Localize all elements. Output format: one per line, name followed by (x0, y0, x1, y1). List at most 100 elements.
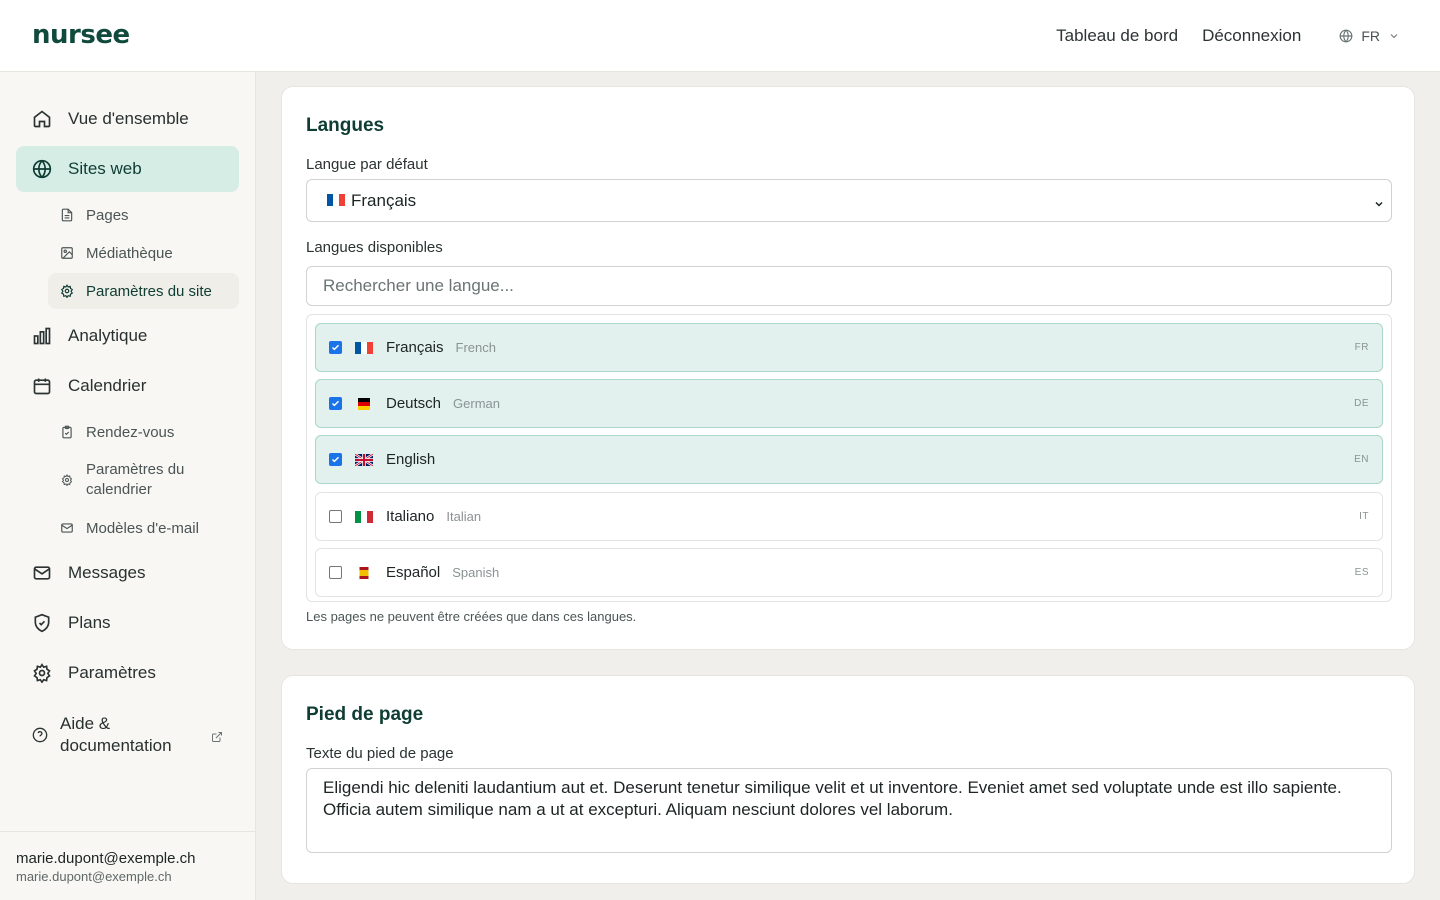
calendar-icon (32, 376, 52, 396)
sidebar: Vue d'ensemble Sites web Pages Médiathèq… (0, 72, 256, 900)
gear-icon (60, 473, 74, 487)
file-icon (60, 208, 74, 222)
chevron-down-icon (1390, 34, 1398, 39)
sidebar-item-label: Sites web (68, 159, 142, 178)
sidebar-subitem-calendar-settings[interactable]: Paramètres du calendrier (48, 456, 239, 504)
sidebar-item-help[interactable]: Aide & documentation (16, 707, 239, 763)
sidebar-item-label: Paramètres (68, 663, 156, 682)
language-english-name: German (453, 396, 500, 411)
shield-icon (32, 613, 52, 633)
globe-icon (1339, 29, 1353, 43)
checkbox[interactable] (329, 453, 342, 466)
language-code: IT (1359, 511, 1369, 522)
sidebar-item-analytics[interactable]: Analytique (16, 313, 239, 359)
user-name: marie.dupont@exemple.ch (16, 850, 196, 867)
dashboard-link[interactable]: Tableau de bord (1056, 26, 1178, 46)
language-native-name: Français (386, 339, 444, 356)
sidebar-subitem-label: Pages (86, 206, 129, 224)
top-nav: Tableau de bord Déconnexion FR (1056, 0, 1400, 72)
sidebar-subitem-label: Modèles d'e-mail (86, 519, 199, 537)
flag-fr-icon (355, 341, 373, 354)
gear-icon (60, 284, 74, 298)
default-language-label: Langue par défaut (306, 156, 428, 173)
language-row-it[interactable]: Italiano Italian IT (315, 492, 1383, 541)
footer-text-label: Texte du pied de page (306, 745, 454, 762)
sidebar-subitem-label: Paramètres du calendrier (86, 461, 185, 498)
available-languages-label: Langues disponibles (306, 239, 443, 256)
flag-gb-icon (355, 453, 373, 466)
flag-it-icon (355, 510, 373, 523)
image-icon (60, 246, 74, 260)
flag-fr-icon (327, 191, 345, 211)
sidebar-subitem-media[interactable]: Médiathèque (48, 235, 239, 271)
default-language-select[interactable]: Français (306, 179, 1392, 222)
sidebar-item-label: Vue d'ensemble (68, 109, 189, 128)
flag-es-icon (355, 566, 373, 579)
sidebar-subitem-email-templates[interactable]: Modèles d'e-mail (48, 510, 239, 546)
language-english-name: Italian (446, 509, 482, 524)
checkbox[interactable] (329, 510, 342, 523)
language-code: FR (1354, 342, 1369, 353)
sidebar-item-calendar[interactable]: Calendrier (16, 363, 239, 409)
card-title: Pied de page (306, 704, 424, 725)
sidebar-subitem-site-settings[interactable]: Paramètres du site (48, 273, 239, 309)
language-native-name: English (386, 451, 436, 468)
sidebar-item-label: Analytique (68, 326, 148, 345)
languages-card: Langues Langue par défaut Français Langu… (281, 86, 1415, 650)
language-row-fr[interactable]: Français French FR (315, 323, 1383, 372)
app-logo[interactable]: nursee (32, 20, 130, 50)
user-block[interactable]: marie.dupont@exemple.ch marie.dupont@exe… (0, 831, 256, 900)
language-english-name: French (455, 340, 496, 355)
sidebar-item-label: Plans (68, 613, 111, 632)
checkbox[interactable] (329, 566, 342, 579)
external-link-icon (211, 727, 223, 749)
sidebar-subitem-label: Rendez-vous (86, 423, 175, 441)
chevron-down-icon (1373, 195, 1385, 215)
sidebar-subitem-label: Médiathèque (86, 244, 173, 262)
language-code: DE (1354, 398, 1369, 409)
gear-icon (32, 663, 52, 683)
language-code: EN (1354, 454, 1369, 465)
help-circle-icon (32, 725, 48, 745)
language-list: Français French FR Deutsch German DE Eng… (306, 314, 1392, 602)
language-row-es[interactable]: Español Spanish ES (315, 548, 1383, 597)
globe-icon (32, 159, 52, 179)
flag-de-icon (355, 397, 373, 410)
search-placeholder: Rechercher une langue... (323, 276, 514, 295)
sidebar-item-label: Messages (68, 563, 146, 582)
sidebar-subitem-label: Paramètres du site (86, 282, 212, 300)
sidebar-item-label: Calendrier (68, 376, 147, 395)
sidebar-subitem-appointments[interactable]: Rendez-vous (48, 414, 239, 450)
language-row-de[interactable]: Deutsch German DE (315, 379, 1383, 428)
sidebar-item-settings[interactable]: Paramètres (16, 650, 239, 696)
card-title: Langues (306, 115, 385, 136)
checkbox[interactable] (329, 397, 342, 410)
default-language-value: Français (351, 190, 417, 210)
language-code: FR (1361, 28, 1380, 44)
checkbox[interactable] (329, 341, 342, 354)
language-native-name: Italiano (386, 508, 435, 525)
language-row-en[interactable]: English EN (315, 435, 1383, 484)
language-english-name: Spanish (452, 565, 500, 580)
sidebar-item-plans[interactable]: Plans (16, 600, 239, 646)
home-icon (32, 109, 52, 129)
sidebar-item-label: Aide & documentation (60, 714, 172, 755)
footer-card: Pied de page Texte du pied de page Elige… (281, 675, 1415, 884)
sidebar-item-overview[interactable]: Vue d'ensemble (16, 96, 239, 142)
user-email: marie.dupont@exemple.ch (16, 869, 172, 884)
mail-icon (60, 521, 74, 535)
footer-text-input[interactable]: Eligendi hic deleniti laudantium aut et.… (306, 768, 1392, 853)
language-native-name: Deutsch (386, 395, 442, 412)
languages-hint: Les pages ne peuvent être créées que dan… (306, 609, 637, 624)
top-header: nursee Tableau de bord Déconnexion FR (0, 0, 1440, 72)
language-switcher[interactable]: FR (1339, 28, 1400, 44)
logout-link[interactable]: Déconnexion (1202, 26, 1301, 46)
language-search-input[interactable]: Rechercher une langue... (306, 266, 1392, 306)
clipboard-icon (60, 425, 74, 439)
sidebar-subitem-pages[interactable]: Pages (48, 197, 239, 233)
language-code: ES (1354, 567, 1369, 578)
sidebar-item-messages[interactable]: Messages (16, 550, 239, 596)
sidebar-item-websites[interactable]: Sites web (16, 146, 239, 192)
mail-icon (32, 563, 52, 583)
language-native-name: Español (386, 564, 441, 581)
